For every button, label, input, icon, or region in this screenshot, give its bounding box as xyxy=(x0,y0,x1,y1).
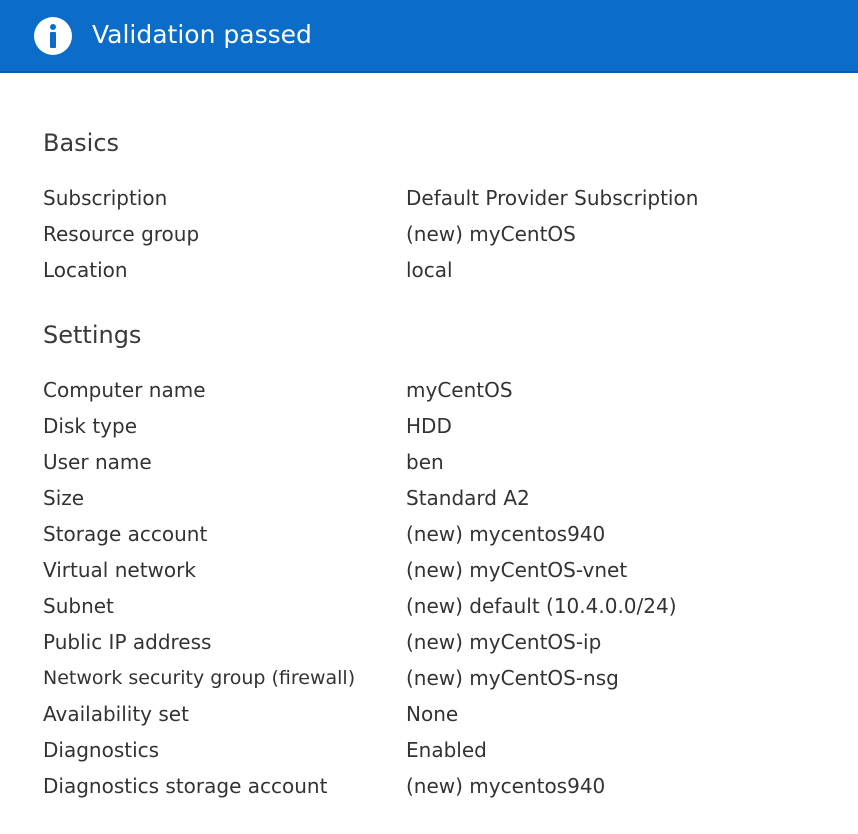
summary-row-virtual-network: Virtual network (new) myCentOS-vnet xyxy=(0,552,858,588)
row-label: Availability set xyxy=(43,702,189,726)
summary-row-subnet: Subnet (new) default (10.4.0.0/24) xyxy=(0,588,858,624)
summary-row-storage-account: Storage account (new) mycentos940 xyxy=(0,516,858,552)
banner-title: Validation passed xyxy=(92,20,312,49)
row-value: Enabled xyxy=(406,738,487,762)
summary-row-subscription: Subscription Default Provider Subscripti… xyxy=(0,180,858,216)
row-label: Size xyxy=(43,486,85,510)
row-label: Virtual network xyxy=(43,558,196,582)
row-label: Subscription xyxy=(43,186,168,210)
row-value: (new) mycentos940 xyxy=(406,522,606,546)
row-label: Storage account xyxy=(43,522,208,546)
summary-row-size: Size Standard A2 xyxy=(0,480,858,516)
row-value: (new) myCentOS-nsg xyxy=(406,666,619,690)
info-icon xyxy=(34,17,72,55)
summary-row-computer-name: Computer name myCentOS xyxy=(0,372,858,408)
section-title-basics: Basics xyxy=(43,129,120,157)
row-label: Diagnostics xyxy=(43,738,160,762)
summary-row-user-name: User name ben xyxy=(0,444,858,480)
section-title-settings: Settings xyxy=(43,321,142,349)
row-value: Standard A2 xyxy=(406,486,530,510)
row-value: (new) mycentos940 xyxy=(406,774,606,798)
summary-row-diagnostics-storage-account: Diagnostics storage account (new) mycent… xyxy=(0,768,858,804)
row-label: Resource group xyxy=(43,222,200,246)
row-label: Computer name xyxy=(43,378,206,402)
row-value: HDD xyxy=(406,414,452,438)
row-value: (new) myCentOS xyxy=(406,222,576,246)
row-label: User name xyxy=(43,450,152,474)
validation-banner: Validation passed xyxy=(0,0,858,73)
summary-row-availability-set: Availability set None xyxy=(0,696,858,732)
summary-row-network-security-group: Network security group (firewall) (new) … xyxy=(0,660,858,696)
row-label: Location xyxy=(43,258,128,282)
summary-row-location: Location local xyxy=(0,252,858,288)
row-value: (new) default (10.4.0.0/24) xyxy=(406,594,677,618)
row-value: ben xyxy=(406,450,444,474)
row-label: Diagnostics storage account xyxy=(43,774,328,798)
row-label: Subnet xyxy=(43,594,114,618)
row-value: Default Provider Subscription xyxy=(406,186,699,210)
row-label: Public IP address xyxy=(43,630,212,654)
summary-row-diagnostics: Diagnostics Enabled xyxy=(0,732,858,768)
summary-row-resource-group: Resource group (new) myCentOS xyxy=(0,216,858,252)
row-value: None xyxy=(406,702,459,726)
row-value: myCentOS xyxy=(406,378,513,402)
row-value: local xyxy=(406,258,453,282)
row-value: (new) myCentOS-ip xyxy=(406,630,602,654)
summary-row-disk-type: Disk type HDD xyxy=(0,408,858,444)
row-label: Network security group (firewall) xyxy=(43,667,356,689)
row-value: (new) myCentOS-vnet xyxy=(406,558,628,582)
row-label: Disk type xyxy=(43,414,137,438)
summary-row-public-ip-address: Public IP address (new) myCentOS-ip xyxy=(0,624,858,660)
